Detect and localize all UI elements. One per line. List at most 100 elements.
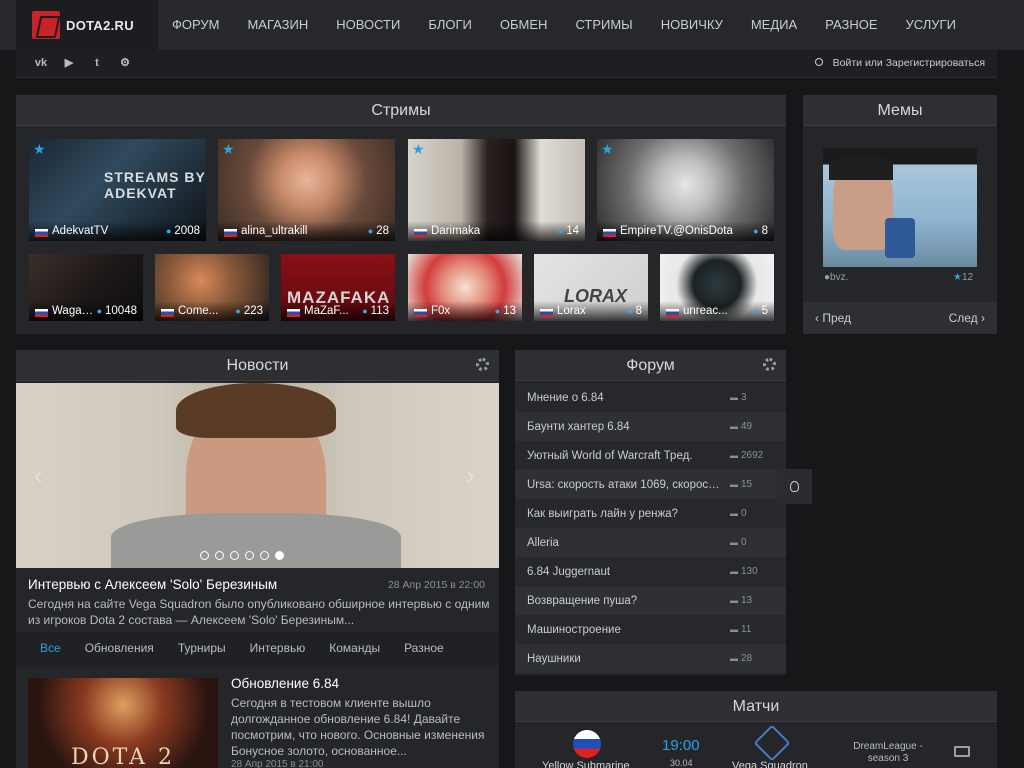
- forum-thread[interactable]: Возвращение пуша?13: [515, 586, 786, 615]
- gear-icon[interactable]: [476, 358, 489, 371]
- site-logo[interactable]: DOTA2.RU: [16, 0, 158, 50]
- logo-text: DOTA2.RU: [66, 17, 134, 33]
- forum-thread[interactable]: Alleria0: [515, 528, 786, 557]
- vk-icon[interactable]: vk: [34, 56, 48, 70]
- match-league[interactable]: DreamLeague - season 3: [846, 741, 930, 765]
- thread-comment-count: 130: [730, 566, 774, 577]
- forum-thread[interactable]: Как выиграть лайн у ренжа?0: [515, 499, 786, 528]
- stream-tile-featured[interactable]: ★ Darimaka 14: [408, 139, 585, 241]
- thread-title[interactable]: Ursa: скорость атаки 1069, скорость...: [527, 479, 730, 491]
- thread-title[interactable]: Мнение о 6.84: [527, 392, 730, 404]
- stream-tile-featured[interactable]: ★ alina_ultrakill 28: [218, 139, 395, 241]
- stream-tile-featured[interactable]: ★ EmpireTV.@OnisDota 8: [597, 139, 774, 241]
- thread-comment-count: 49: [730, 421, 774, 432]
- nav-streams[interactable]: СТРИМЫ: [561, 0, 646, 50]
- meme-next-button[interactable]: След ›: [949, 311, 985, 325]
- featured-news-text: Сегодня на сайте Vega Squadron было опуб…: [28, 597, 490, 627]
- tv-icon[interactable]: [954, 746, 970, 757]
- tab-tournaments[interactable]: Турниры: [166, 632, 238, 665]
- stream-tile-small[interactable]: MAZAFAKA MaZaF...113: [281, 254, 395, 321]
- featured-news-title[interactable]: Интервью с Алексеем 'Solo' Березиным: [28, 577, 277, 592]
- stream-tile-small[interactable]: Come... 223: [155, 254, 269, 321]
- nav-misc[interactable]: РАЗНОЕ: [811, 0, 891, 50]
- thread-title[interactable]: Возвращение пуша?: [527, 595, 730, 607]
- search-icon[interactable]: [814, 58, 823, 66]
- slider-dot-active[interactable]: [275, 551, 284, 560]
- tab-misc[interactable]: Разное: [392, 632, 456, 665]
- thread-comment-count: 13: [730, 595, 774, 606]
- thread-title[interactable]: 6.84 Juggernaut: [527, 566, 730, 578]
- nav-services[interactable]: УСЛУГИ: [892, 0, 970, 50]
- featured-news-image[interactable]: [16, 383, 499, 568]
- thread-title[interactable]: Уютный World of Warcraft Тред.: [527, 450, 730, 462]
- nav-newbie[interactable]: НОВИЧКУ: [647, 0, 737, 50]
- login-text[interactable]: Войти или Зарегистрироваться: [833, 57, 985, 69]
- meme-prev-label[interactable]: Пред: [822, 311, 851, 325]
- flag-icon: [224, 229, 237, 237]
- youtube-icon[interactable]: ▶: [62, 56, 76, 70]
- slider-dot[interactable]: [260, 551, 269, 560]
- nav-media[interactable]: МЕДИА: [737, 0, 811, 50]
- login-link[interactable]: Войти или Зарегистрироваться: [814, 57, 985, 69]
- meme-score: 12: [953, 272, 973, 283]
- forum-thread[interactable]: Мнение о 6.843: [515, 383, 786, 412]
- thread-comment-count: 3: [730, 392, 774, 403]
- thread-title[interactable]: Alleria: [527, 537, 730, 549]
- forum-thread[interactable]: 6.84 Juggernaut130: [515, 557, 786, 586]
- meme-prev-button[interactable]: ‹ Пред: [815, 311, 851, 325]
- slider-dot[interactable]: [245, 551, 254, 560]
- thread-title[interactable]: Баунти хантер 6.84: [527, 421, 730, 433]
- tab-interviews[interactable]: Интервью: [238, 632, 318, 665]
- stream-tile-small[interactable]: F0x 13: [408, 254, 522, 321]
- steam-icon[interactable]: ⚙: [118, 56, 132, 70]
- nav-blogs[interactable]: БЛОГИ: [414, 0, 486, 50]
- tab-teams[interactable]: Команды: [317, 632, 392, 665]
- team2-name[interactable]: Vega Squadron: [732, 760, 808, 768]
- news-item-thumbnail[interactable]: DOTA 2: [28, 678, 218, 768]
- forum-thread[interactable]: Уютный World of Warcraft Тред.2692: [515, 441, 786, 470]
- stream-tile-small[interactable]: unreac... 5: [660, 254, 774, 321]
- forum-thread[interactable]: Наушники28: [515, 644, 786, 673]
- stream-overlay-text: STREAMS BY ADEKVAT: [104, 169, 206, 201]
- flag-icon: [35, 309, 48, 317]
- slider-next-icon[interactable]: ›: [466, 460, 475, 491]
- thread-title[interactable]: Наушники: [527, 653, 730, 665]
- tab-updates[interactable]: Обновления: [73, 632, 166, 665]
- slider-dot[interactable]: [230, 551, 239, 560]
- stream-tile-small[interactable]: Wagam...10048: [29, 254, 143, 321]
- tab-all[interactable]: Все: [28, 632, 73, 665]
- gear-icon[interactable]: [763, 358, 776, 371]
- tip-button[interactable]: [777, 469, 812, 504]
- news-title: Новости: [226, 357, 289, 374]
- meme-author[interactable]: bvz.: [824, 272, 848, 283]
- nav-news[interactable]: НОВОСТИ: [322, 0, 414, 50]
- stream-caption: AdekvatTV 2008: [29, 221, 206, 241]
- slider-dots: [200, 551, 284, 560]
- nav-shop[interactable]: МАГАЗИН: [233, 0, 322, 50]
- news-item-title[interactable]: Обновление 6.84: [231, 676, 339, 691]
- thread-title[interactable]: Как выиграть лайн у ренжа?: [527, 508, 730, 520]
- slider-dot[interactable]: [215, 551, 224, 560]
- stream-tile-featured[interactable]: STREAMS BY ADEKVAT ★ AdekvatTV 2008: [29, 139, 206, 241]
- forum-thread[interactable]: Ursa: скорость атаки 1069, скорость...15: [515, 470, 786, 499]
- meme-image[interactable]: [823, 148, 977, 267]
- news-header: Новости: [16, 350, 499, 381]
- stream-caption: alina_ultrakill 28: [218, 221, 395, 241]
- twitter-icon[interactable]: t: [90, 56, 104, 70]
- match-date: 30.04: [670, 758, 693, 768]
- team1-name[interactable]: Yellow Submarine: [542, 760, 630, 768]
- nav-forum[interactable]: ФОРУМ: [158, 0, 233, 50]
- thread-comment-count: 28: [730, 653, 774, 664]
- forum-thread[interactable]: Машиностроение11: [515, 615, 786, 644]
- stream-tile-small[interactable]: LORAX Lorax8: [534, 254, 648, 321]
- flag-icon: [414, 309, 427, 317]
- thread-title[interactable]: Машиностроение: [527, 624, 730, 636]
- nav-trade[interactable]: ОБМЕН: [486, 0, 562, 50]
- flag-icon: [161, 309, 174, 317]
- slider-prev-icon[interactable]: ‹: [34, 460, 43, 491]
- stream-viewers: 113: [362, 305, 389, 317]
- meme-next-label[interactable]: След: [949, 311, 978, 325]
- forum-thread[interactable]: Баунти хантер 6.8449: [515, 412, 786, 441]
- stream-caption: Wagam...10048: [29, 301, 143, 321]
- slider-dot[interactable]: [200, 551, 209, 560]
